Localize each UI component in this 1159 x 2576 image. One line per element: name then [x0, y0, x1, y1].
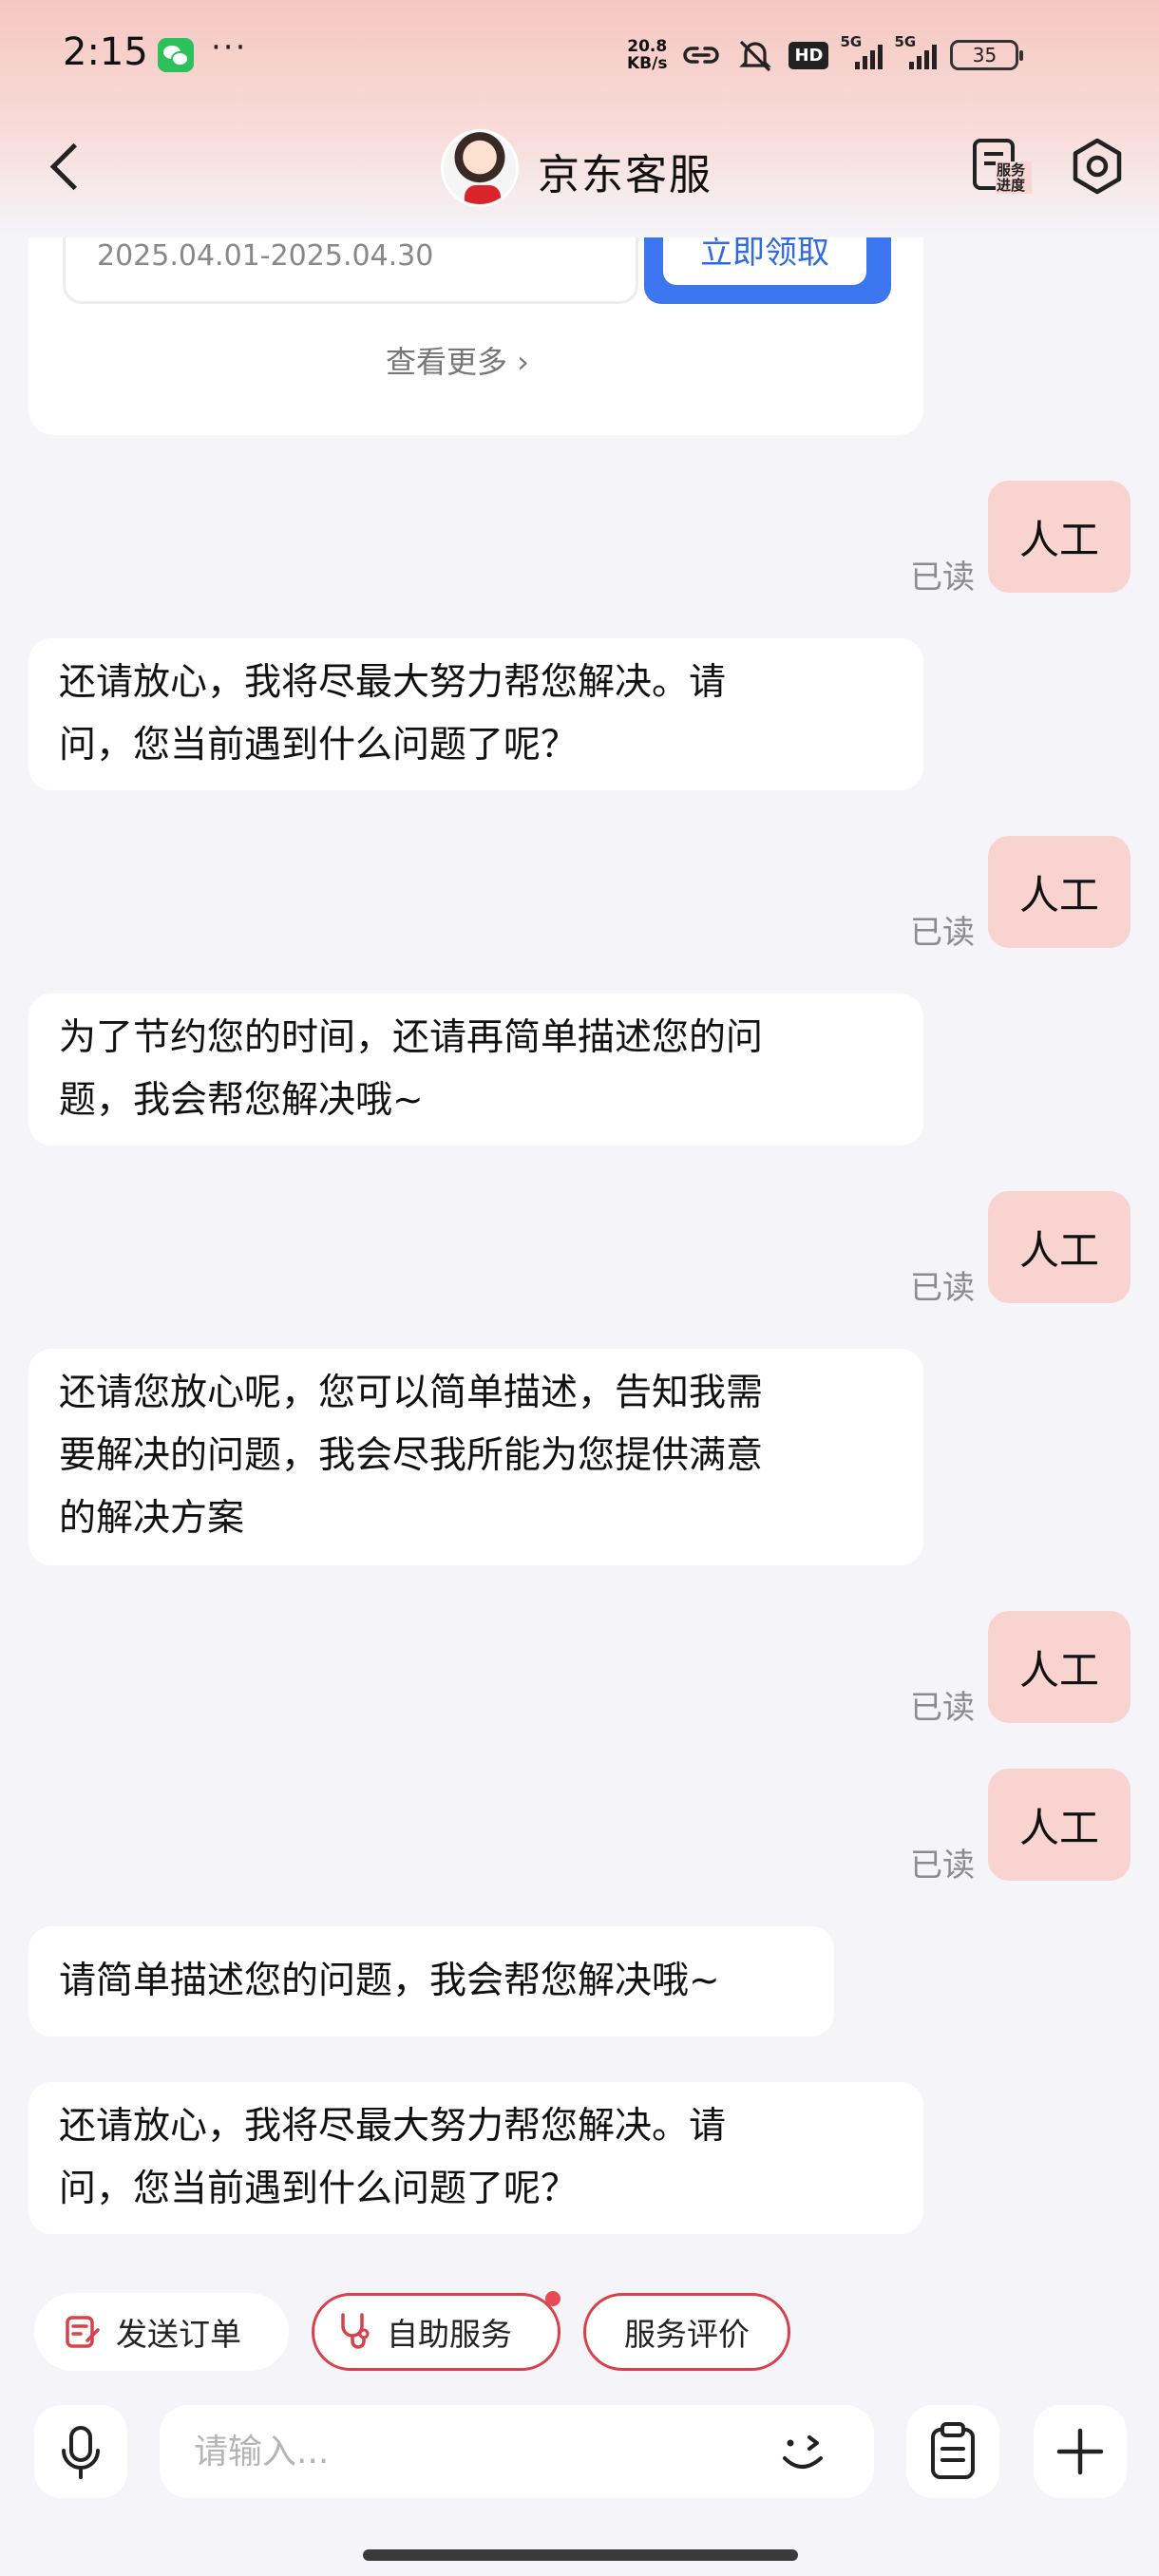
status-icons: 20.8 KB/s HD 5G 5G 35: [627, 33, 1024, 76]
bot-message: 还请放心，我将尽最大努力帮您解决。请 问，您当前遇到什么问题了呢？: [28, 2082, 923, 2234]
send-order-button[interactable]: 发送订单: [34, 2293, 289, 2371]
more-notifications-icon: ···: [211, 28, 248, 66]
wechat-notification-icon: [158, 38, 194, 72]
message-line: 还请放心，我将尽最大努力帮您解决。请: [59, 2105, 727, 2148]
home-indicator[interactable]: [363, 2549, 798, 2561]
message-line: 的解决方案: [59, 1497, 245, 1540]
hd-icon: HD: [788, 41, 829, 69]
message-line: 问，您当前遇到什么问题了呢？: [59, 2168, 579, 2210]
read-status: 已读: [910, 559, 975, 597]
message-line: 问，您当前遇到什么问题了呢？: [59, 724, 579, 767]
network-speed-value: 20.8: [627, 37, 668, 56]
service-progress-label: 服务进度: [996, 161, 1032, 194]
battery-icon: 35: [950, 40, 1024, 70]
bot-message: 还请放心，我将尽最大努力帮您解决。请 问，您当前遇到什么问题了呢？: [28, 638, 923, 790]
message-line: 要解决的问题，我会尽我所能为您提供满意: [59, 1434, 764, 1477]
message-input-container: [160, 2405, 874, 2498]
read-status: 已读: [910, 1269, 975, 1307]
signal-2-label: 5G: [894, 33, 917, 50]
mute-bell-icon: [739, 40, 772, 72]
message-line: 请简单描述您的问题，我会帮您解决哦~: [59, 1960, 720, 2002]
signal-icon-2: 5G: [894, 33, 938, 69]
self-service-button[interactable]: 自助服务: [312, 2293, 560, 2371]
message-line: 还请您放心呢，您可以简单描述，告知我需: [59, 1372, 764, 1414]
stethoscope-icon: [341, 2313, 370, 2349]
service-rating-button[interactable]: 服务评价: [583, 2293, 790, 2371]
agent-avatar: [441, 129, 519, 207]
microphone-icon: [62, 2426, 100, 2479]
status-time: 2:15: [63, 30, 148, 74]
signal-1-label: 5G: [840, 33, 863, 50]
self-service-label: 自助服务: [387, 2316, 512, 2353]
coupon-validity: 2025.04.01-2025.04.30: [97, 239, 434, 273]
send-order-label: 发送订单: [116, 2316, 241, 2353]
service-progress-button[interactable]: 服务进度: [971, 133, 1032, 199]
clipboard-icon: [931, 2422, 975, 2479]
signal-icon-1: 5G: [840, 33, 884, 69]
voice-input-button[interactable]: [34, 2405, 127, 2498]
bot-message: 为了节约您的时间，还请再简单描述您的问 题，我会帮您解决哦~: [28, 994, 923, 1146]
settings-icon[interactable]: [1068, 137, 1127, 196]
page-title: 京东客服: [538, 151, 712, 199]
user-message: 人工: [988, 1191, 1130, 1303]
read-status: 已读: [910, 914, 975, 952]
clipboard-button[interactable]: [906, 2405, 999, 2498]
bot-message: 还请您放心呢，您可以简单描述，告知我需 要解决的问题，我会尽我所能为您提供满意 …: [28, 1349, 923, 1565]
more-options-button[interactable]: [1034, 2405, 1127, 2498]
user-message: 人工: [988, 481, 1130, 593]
service-rating-label: 服务评价: [624, 2316, 750, 2353]
plus-icon: [1056, 2428, 1104, 2475]
message-line: 还请放心，我将尽最大努力帮您解决。请: [59, 661, 727, 704]
link-icon: [683, 47, 720, 64]
see-more-link[interactable]: 查看更多 ›: [386, 338, 529, 382]
user-message: 人工: [988, 1769, 1130, 1881]
user-message: 人工: [988, 836, 1130, 948]
notification-dot: [545, 2291, 560, 2306]
read-status: 已读: [910, 1689, 975, 1727]
message-input[interactable]: [194, 2426, 764, 2477]
emoji-icon[interactable]: [775, 2426, 834, 2477]
message-line: 题，我会帮您解决哦~: [59, 1079, 424, 1122]
order-edit-icon: [66, 2316, 100, 2348]
network-speed-unit: KB/s: [627, 54, 668, 73]
message-line: 为了节约您的时间，还请再简单描述您的问: [59, 1016, 764, 1059]
back-button[interactable]: [38, 133, 95, 199]
bot-message: 请简单描述您的问题，我会帮您解决哦~: [28, 1926, 834, 2036]
user-message: 人工: [988, 1611, 1130, 1723]
network-speed: 20.8 KB/s: [627, 38, 667, 72]
read-status: 已读: [910, 1847, 975, 1885]
